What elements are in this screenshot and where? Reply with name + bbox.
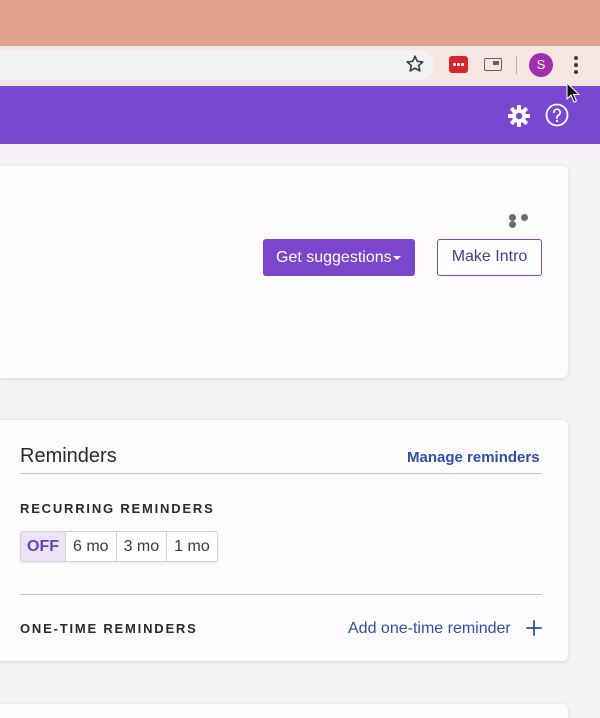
one-time-reminders-label: ONE-TIME REMINDERS — [20, 621, 198, 636]
more-options-icon[interactable] — [509, 214, 543, 228]
star-icon[interactable] — [404, 53, 426, 75]
chrome-menu-icon[interactable] — [572, 56, 580, 74]
browser-tab-strip — [0, 0, 600, 46]
plus-icon[interactable] — [526, 620, 542, 636]
interval-option-off[interactable]: OFF — [21, 532, 65, 561]
caret-down-icon — [393, 256, 401, 260]
address-bar[interactable] — [0, 50, 434, 80]
add-one-time-reminder-link[interactable]: Add one-time reminder — [348, 620, 511, 638]
get-suggestions-label: Get suggestions — [276, 249, 392, 266]
interval-option-6mo[interactable]: 6 mo — [65, 532, 116, 561]
recurring-reminders-label: RECURRING REMINDERS — [20, 501, 215, 516]
divider — [20, 594, 542, 595]
gear-icon[interactable] — [507, 104, 531, 128]
help-icon[interactable] — [545, 103, 569, 127]
get-suggestions-button[interactable]: Get suggestions — [263, 239, 415, 276]
next-card — [0, 704, 568, 718]
profile-avatar[interactable]: S — [529, 53, 553, 77]
interval-option-1mo[interactable]: 1 mo — [166, 532, 217, 561]
cast-icon[interactable] — [484, 58, 502, 71]
toolbar-divider — [516, 56, 517, 74]
make-intro-button[interactable]: Make Intro — [437, 239, 542, 276]
interval-option-3mo[interactable]: 3 mo — [115, 532, 167, 561]
manage-reminders-link[interactable]: Manage reminders — [407, 449, 540, 466]
extension-red-icon[interactable] — [449, 56, 468, 73]
reminders-title: Reminders — [20, 445, 117, 467]
divider — [20, 473, 542, 474]
recurring-interval-selector: OFF 6 mo 3 mo 1 mo — [20, 531, 218, 562]
mouse-cursor-icon — [566, 82, 580, 103]
